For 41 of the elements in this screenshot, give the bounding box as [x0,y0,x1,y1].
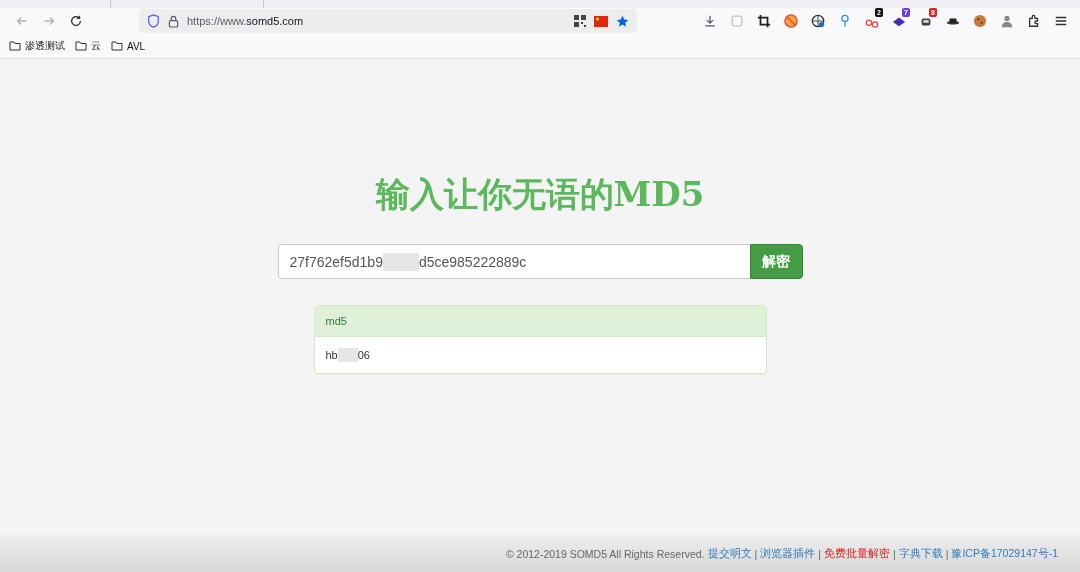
url-text: https://www.somd5.com [187,15,305,27]
puzzle-icon[interactable] [1027,14,1041,28]
flag-icon[interactable] [594,15,608,27]
menu-icon[interactable] [1054,14,1068,28]
reload-icon[interactable] [68,14,83,28]
footer-link[interactable]: 字典下载 [898,546,943,561]
download-icon[interactable] [703,14,717,28]
pin-icon[interactable] [840,14,850,28]
separator: | [818,547,821,560]
separator: | [892,547,896,560]
bookmark-folder[interactable]: 云 [75,39,101,53]
folder-icon [9,41,21,51]
address-bar[interactable]: https://www.somd5.com [139,9,637,33]
hash-input-field[interactable]: 27f762ef5d1b9 d5ce985222889c [277,244,750,279]
redaction-blur [382,252,419,271]
agent-icon[interactable] [1000,14,1014,28]
blocked-icon[interactable] [784,14,798,28]
result-text: 06 [357,349,370,361]
copyright-text: © 2012-2019 SOMD5 All Rights Reserved. [505,547,705,560]
folder-icon [111,41,123,51]
footer-link[interactable]: 提交明文 [707,546,752,561]
star-icon[interactable] [616,14,629,28]
result-text: hb [325,349,338,361]
decrypt-button[interactable]: 解密 [749,244,803,279]
folder-icon [75,41,87,51]
redaction-blur [337,348,358,362]
lock-icon [168,14,179,28]
footer-link[interactable]: 浏览器插件 [760,546,816,561]
separator: | [945,547,949,560]
bookmark-folder[interactable]: AVL [111,40,146,52]
crop-icon[interactable] [757,14,771,28]
footer-link[interactable]: 豫ICP备17029147号-1 [951,546,1058,561]
page-title: 输入让你无语的MD5 [375,173,705,216]
globe-icon[interactable] [811,14,825,28]
qr-code-icon[interactable] [574,15,586,27]
cookie-icon[interactable] [973,14,987,28]
footer-link[interactable]: 免费批量解密 [823,546,890,561]
result-heading: md5 [314,306,766,337]
separator: | [754,547,758,560]
bookmark-folder[interactable]: 渗透测试 [9,39,65,53]
shield-icon [147,14,160,28]
